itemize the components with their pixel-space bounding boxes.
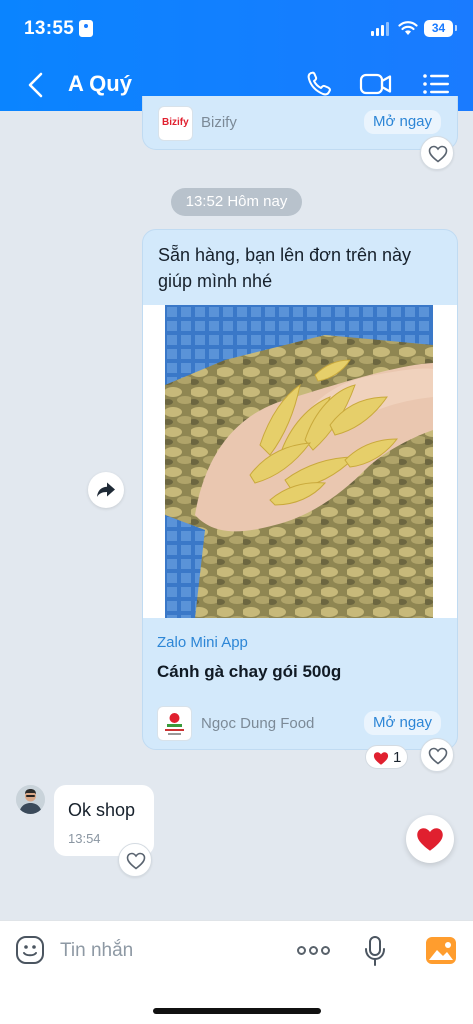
product-like-button[interactable]: [420, 738, 454, 772]
reply-time: 13:54: [68, 831, 101, 846]
contact-card-icon: [79, 20, 93, 37]
prev-like-button[interactable]: [420, 136, 454, 170]
battery-indicator: 34: [424, 20, 457, 37]
prev-app-name: Bizify: [201, 114, 237, 131]
heart-icon: [417, 828, 443, 851]
contact-avatar[interactable]: [16, 785, 45, 814]
chat-header: 13:55 34 A Quý: [0, 0, 473, 111]
wifi-icon: [398, 21, 418, 35]
more-options-icon[interactable]: [297, 946, 330, 955]
message-text-line1: Sẵn hàng, bạn lên đơn trên này: [158, 245, 411, 265]
sticker-icon[interactable]: [15, 935, 45, 965]
reaction-summary[interactable]: 1: [365, 745, 408, 769]
reply-text: Ok shop: [68, 800, 136, 820]
signal-icon: [371, 22, 389, 36]
product-photo[interactable]: [165, 305, 433, 618]
contact-name[interactable]: A Quý: [68, 71, 132, 97]
product-title[interactable]: Cánh gà chay gói 500g: [157, 662, 341, 682]
shop-logo: [157, 706, 192, 741]
shop-name: Ngọc Dung Food: [201, 715, 315, 732]
bizify-logo: Bizify: [158, 106, 193, 141]
message-input[interactable]: Tin nhắn: [60, 940, 133, 962]
home-indicator: [153, 1008, 321, 1014]
status-time: 13:55: [24, 18, 75, 39]
share-arrow-icon: [97, 482, 115, 497]
image-picker-icon[interactable]: [425, 936, 457, 965]
microphone-icon[interactable]: [364, 935, 386, 967]
open-mini-app-button[interactable]: Mở ngay: [364, 711, 442, 735]
prev-open-button[interactable]: Mở ngay: [364, 110, 442, 134]
message-text-line2: giúp mình nhé: [158, 271, 273, 291]
heart-reaction-icon: [373, 752, 389, 765]
mini-app-label: Zalo Mini App: [157, 634, 248, 651]
back-button[interactable]: [24, 70, 48, 100]
time-separator: 13:52 Hôm nay: [171, 188, 302, 216]
reaction-count: 1: [393, 749, 402, 766]
reply-like-button[interactable]: [118, 843, 152, 877]
forward-button[interactable]: [88, 472, 124, 508]
quick-heart-button[interactable]: [406, 815, 454, 863]
